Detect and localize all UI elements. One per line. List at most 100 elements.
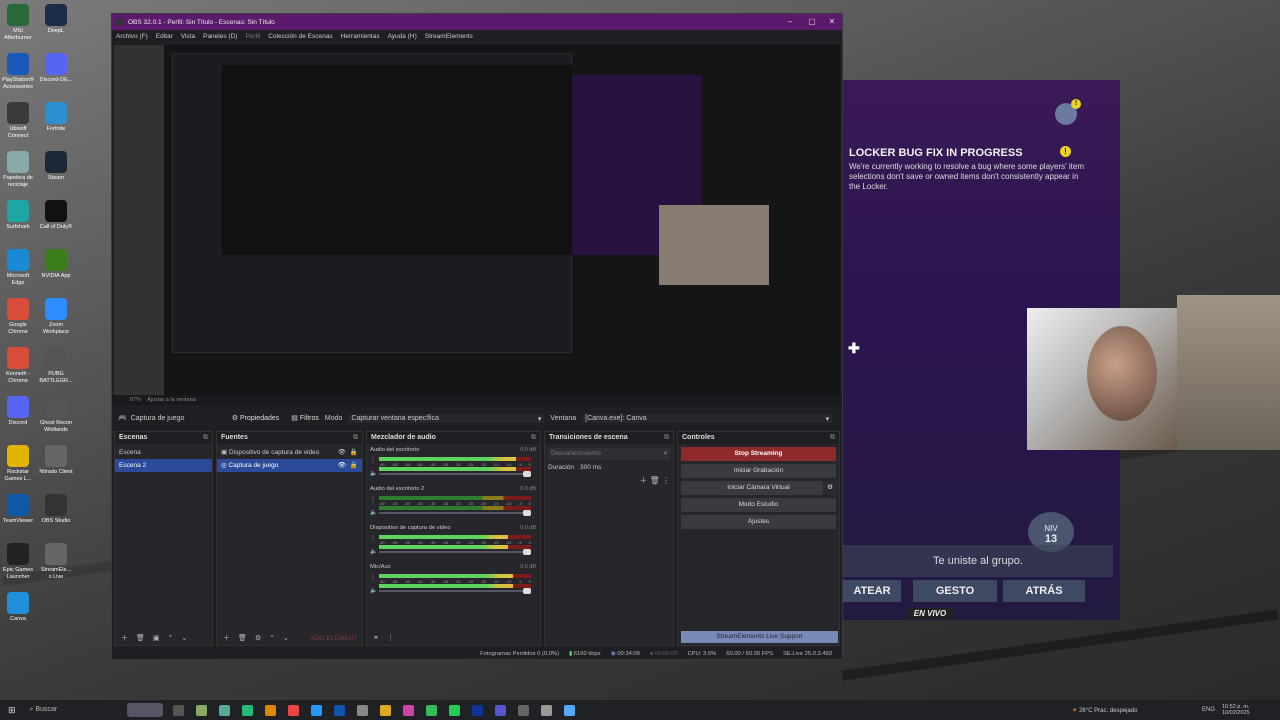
desktop-icon[interactable]: PUBG BATTLEGR... [39,347,73,384]
desktop-icon[interactable]: Nitrado Client [39,445,73,476]
taskbar-app-icon[interactable] [541,704,553,716]
volume-slider-knob[interactable] [523,549,531,555]
taskbar-app-icon[interactable] [196,704,208,716]
widget-icon[interactable] [127,703,164,717]
add-icon[interactable]: ＋ [223,633,230,643]
taskbar-app-icon[interactable] [495,704,507,716]
dock-menu-icon[interactable]: ⧉ [203,432,208,444]
menu-scene-collection[interactable]: Colección de Escenas [268,33,332,40]
window-select[interactable]: [Canva.exe]: Canva ▾ [582,413,833,423]
close-button[interactable]: ✕ [826,16,838,28]
clock[interactable]: 10:52 p. m. 10/02/2025 [1222,704,1250,716]
settings-button[interactable]: Ajustes [681,515,836,529]
speaker-icon[interactable]: 🔈 [370,548,377,555]
menu-streamelements[interactable]: StreamElements [425,33,473,40]
desktop-icon[interactable]: Canva [1,592,35,623]
eye-icon[interactable]: 👁 [338,459,346,472]
taskbar-app-icon[interactable] [265,704,277,716]
menu-tools[interactable]: Herramientas [341,33,380,40]
desktop-icon[interactable]: Surfshark [1,200,35,231]
desktop-icon[interactable]: Kenneth - Chrome [1,347,35,384]
lock-icon[interactable]: 🔒 [350,459,358,472]
menu-view[interactable]: Vista [181,33,195,40]
gear-icon[interactable]: ⚙ [255,634,261,642]
desktop-icon[interactable]: Epic Games Launcher [1,543,35,580]
mode-select[interactable]: Capturar ventana específica ▾ [348,413,545,423]
scene-item[interactable]: Escena [115,446,212,459]
desktop-icon[interactable]: Call of Duty® [39,200,73,231]
source-item[interactable]: ▣ Dispositivo de captura de video 👁 🔒 [217,446,362,459]
menu-profile[interactable]: Perfil [245,33,260,40]
volume-slider[interactable] [379,549,531,555]
start-recording-button[interactable]: Iniciar Grabación [681,464,836,478]
taskbar-app-icon[interactable] [426,704,438,716]
dock-menu-icon[interactable]: ⧉ [353,432,358,444]
speaker-icon[interactable]: 🔈 [370,509,377,516]
link-icon[interactable]: ⚭ [373,634,379,642]
volume-slider[interactable] [379,588,531,594]
taskbar-app-icon[interactable] [357,704,369,716]
scene-item-selected[interactable]: Escena 2 [115,459,212,472]
desktop-icon[interactable]: StreamEle... s Live [39,543,73,580]
desktop-icon[interactable]: Zoom Workplace [39,298,73,335]
eye-icon[interactable]: 👁 [338,446,346,459]
more-icon[interactable]: ⋮ [387,634,394,642]
emote-button[interactable]: GESTO [913,580,997,602]
trash-icon[interactable]: 🗑 [650,476,660,485]
trash-icon[interactable]: 🗑 [238,634,247,642]
desktop-icon[interactable]: Ghost Recon Wildlands [39,396,73,433]
taskbar-app-icon[interactable] [219,704,231,716]
taskbar-app-icon[interactable] [311,704,323,716]
more-icon[interactable]: ⋮ [370,535,376,542]
source-item-selected[interactable]: ◎ Captura de juego 👁 🔒 [217,459,362,472]
taskbar-app-icon[interactable] [242,704,254,716]
menu-help[interactable]: Ayuda (H) [388,33,417,40]
desktop-icon[interactable]: Google Chrome [1,298,35,335]
desktop-icon[interactable]: NVIDIA App [39,249,73,280]
desktop-icon[interactable]: Microsoft Edge [1,249,35,286]
language[interactable]: ENG [1202,707,1215,713]
start-virtual-camera-button[interactable]: Iniciar Cámara Virtual ⚙ [681,481,837,495]
search-box[interactable]: ⌕ Buscar [30,706,58,714]
add-icon[interactable]: ＋ [639,476,647,485]
minimize-button[interactable]: – [784,16,796,28]
stop-streaming-button[interactable]: Stop Streaming [681,447,836,461]
desktop-icon[interactable]: MSI Afterburner [1,4,35,41]
live-support-button[interactable]: StreamElements Live Support [681,631,838,643]
chevron-down-icon[interactable]: ⌄ [181,634,187,642]
taskbar-app-icon[interactable] [403,704,415,716]
desktop-icon[interactable]: Discord [1,396,35,427]
studio-mode-button[interactable]: Modo Estudio [681,498,836,512]
filter-icon[interactable]: ▣ [153,634,160,642]
menu-edit[interactable]: Editar [156,33,173,40]
desktop-icon[interactable]: Ubisoft Connect [1,102,35,139]
more-icon[interactable]: ⋮ [370,457,376,464]
volume-slider[interactable] [379,471,531,477]
menu-docks[interactable]: Paneles (D) [203,33,237,40]
zoom-label[interactable]: 67% [130,397,141,403]
properties-button[interactable]: ⚙ Propiedades [226,414,286,422]
taskbar-app-icon[interactable] [564,704,576,716]
desktop-icon[interactable]: PlayStation® Accessories [1,53,35,90]
chevron-up-icon[interactable]: ⌃ [269,634,275,642]
chat-button[interactable]: ATEAR [843,580,901,602]
filters-button[interactable]: ▤ Filtros [285,414,325,422]
trash-icon[interactable]: 🗑 [136,634,145,642]
gear-icon[interactable]: ⚙ [823,481,837,495]
duration-input[interactable]: 300 ms [580,464,640,471]
add-icon[interactable]: ＋ [121,633,128,643]
more-icon[interactable]: ⋮ [370,496,376,503]
taskbar-app-icon[interactable] [334,704,346,716]
preview-canvas[interactable] [114,45,840,395]
desktop-icon[interactable]: OBS Studio [39,494,73,525]
start-icon[interactable]: ⊞ [8,705,16,716]
menu-file[interactable]: Archivo (F) [116,33,148,40]
desktop-icon[interactable]: Papelera de reciclaje [1,151,35,188]
maximize-button[interactable]: ▢ [806,16,818,28]
fit-label[interactable]: Ajustar a la ventana [147,397,196,403]
desktop-icon[interactable]: Steam [39,151,73,182]
back-button[interactable]: ATRÁS [1003,580,1085,602]
taskbar-app-icon[interactable] [380,704,392,716]
chevron-down-icon[interactable]: ⌄ [283,634,289,642]
lock-icon[interactable]: 🔒 [350,446,358,459]
